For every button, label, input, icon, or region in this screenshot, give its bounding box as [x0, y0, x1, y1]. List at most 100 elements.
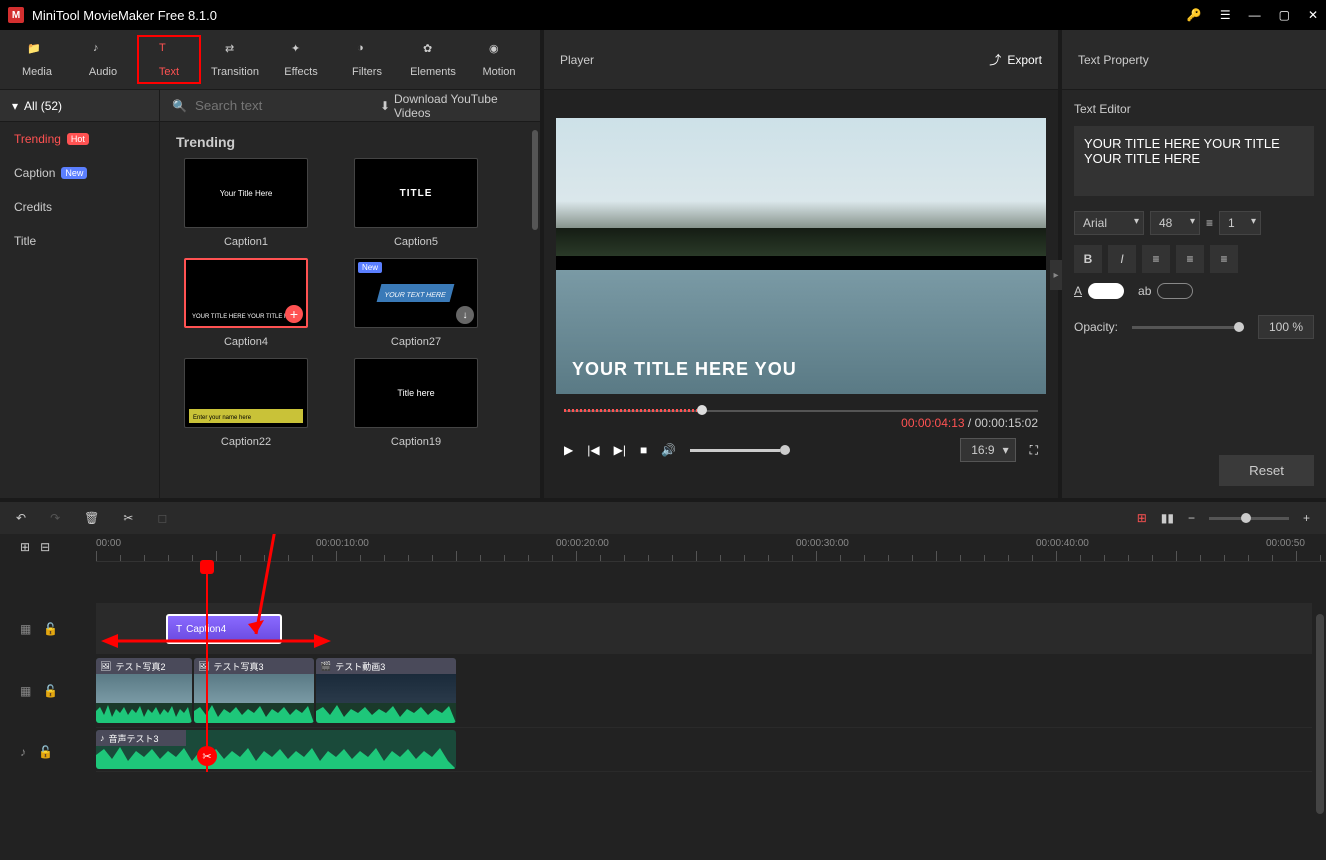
zoom-out-button[interactable]: − — [1188, 511, 1195, 525]
maximize-button[interactable]: ▢ — [1279, 8, 1290, 22]
video-clip[interactable]: 🖼テスト写真2 — [96, 658, 192, 723]
menu-icon[interactable]: ☰ — [1220, 8, 1231, 22]
export-button[interactable]: ⤴ Export — [989, 51, 1042, 68]
ruler[interactable]: 00:00 00:00:10:00 00:00:20:00 00:00:30:0… — [96, 534, 1326, 562]
ruler-tick: 00:00:30:00 — [796, 538, 849, 549]
add-track-button[interactable]: ⊞ — [20, 540, 30, 554]
time-display: 00:00:04:13 / 00:00:15:02 — [556, 416, 1046, 430]
playhead-handle[interactable] — [200, 560, 214, 574]
delete-button[interactable]: 🗑 — [84, 511, 99, 525]
text-color-icon: A — [1074, 284, 1082, 298]
video-track[interactable]: 🖼テスト写真2 🖼テスト写真3 🎬テスト動画3 — [96, 654, 1312, 728]
ruler-tick: 00:00:40:00 — [1036, 538, 1089, 549]
video-track-icon: ▦ — [20, 684, 31, 698]
thumb-caption5[interactable]: TITLE — [354, 158, 478, 228]
thumb-caption19[interactable]: Title here — [354, 358, 478, 428]
sidebar-all-header[interactable]: ▾ All (52) — [0, 90, 159, 122]
tab-audio[interactable]: ♪Audio — [71, 35, 135, 84]
minimize-button[interactable]: — — [1249, 8, 1261, 22]
sidebar-item-credits[interactable]: Credits — [0, 190, 159, 224]
thumb-label: Caption27 — [391, 336, 441, 348]
clip-label: テスト写真3 — [213, 660, 263, 673]
add-icon[interactable]: + — [285, 305, 303, 323]
download-icon[interactable]: ↓ — [456, 306, 474, 324]
split-button[interactable]: ✂ — [123, 511, 133, 525]
fullscreen-button[interactable]: ⛶ — [1030, 443, 1038, 458]
zoom-in-button[interactable]: + — [1303, 511, 1310, 525]
reset-button[interactable]: Reset — [1219, 455, 1314, 486]
tab-filters[interactable]: ◑Filters — [335, 35, 399, 84]
sidebar-item-caption[interactable]: Caption New — [0, 156, 159, 190]
lock-icon[interactable]: 🔓 — [43, 684, 58, 698]
audio-track[interactable]: ♪音声テスト3 — [96, 728, 1312, 772]
video-clip[interactable]: 🎬テスト動画3 — [316, 658, 456, 723]
align-left-button[interactable]: ≡ — [1142, 245, 1170, 273]
font-size-select[interactable]: 48 — [1150, 211, 1200, 235]
redo-button[interactable]: ↷ — [50, 511, 60, 525]
aspect-ratio-select[interactable]: 16:9 — [960, 438, 1015, 462]
text-track[interactable]: T Caption4 — [96, 604, 1312, 654]
tab-filters-label: Filters — [352, 66, 382, 78]
undo-button[interactable]: ↶ — [16, 511, 26, 525]
align-right-button[interactable]: ≡ — [1210, 245, 1238, 273]
tab-audio-label: Audio — [89, 66, 117, 78]
tab-effects[interactable]: ✦Effects — [269, 35, 333, 84]
thumb-caption27[interactable]: New YOUR TEXT HERE ↓ — [354, 258, 478, 328]
scissors-icon[interactable]: ✂ — [197, 746, 217, 766]
remove-track-button[interactable]: ⊟ — [40, 540, 50, 554]
opacity-slider[interactable] — [1132, 326, 1244, 329]
thumb-preview-text: Enter your name here — [193, 415, 251, 421]
scrollbar[interactable] — [532, 130, 538, 230]
zoom-slider[interactable] — [1209, 517, 1289, 520]
main-tools: 📁Media ♪Audio TText ⇄Transition ✦Effects… — [0, 30, 540, 89]
tab-text[interactable]: TText — [137, 35, 201, 84]
stop-button[interactable]: ■ — [640, 443, 647, 457]
highlight-color-swatch[interactable] — [1157, 283, 1193, 299]
video-preview[interactable]: YOUR TITLE HERE YOU — [556, 118, 1046, 394]
tab-media[interactable]: 📁Media — [5, 35, 69, 84]
search-input[interactable] — [195, 98, 372, 113]
audio-clip[interactable]: ♪音声テスト3 — [96, 730, 456, 769]
close-button[interactable]: ✕ — [1308, 8, 1318, 22]
tab-motion[interactable]: ◉Motion — [467, 35, 531, 84]
align-center-button[interactable]: ≡ — [1176, 245, 1204, 273]
volume-slider[interactable] — [690, 449, 790, 452]
lock-icon[interactable]: 🔓 — [43, 622, 58, 636]
lock-icon[interactable]: 🔓 — [38, 745, 53, 759]
text-editor-input[interactable] — [1074, 126, 1314, 196]
prev-frame-button[interactable]: |◀ — [587, 443, 599, 457]
sidebar-item-trending[interactable]: Trending Hot — [0, 122, 159, 156]
thumb-caption1[interactable]: Your Title Here — [184, 158, 308, 228]
line-spacing-select[interactable]: 1 — [1219, 211, 1261, 235]
download-link[interactable]: ⬇ Download YouTube Videos — [380, 92, 528, 120]
new-tag: New — [358, 262, 382, 273]
seek-bar[interactable] — [564, 408, 1038, 414]
text-color-swatch[interactable] — [1088, 283, 1124, 299]
sidebar-item-title[interactable]: Title — [0, 224, 159, 258]
crop-button[interactable]: ◻ — [157, 511, 167, 525]
thumb-caption4[interactable]: YOUR TITLE HERE YOUR TITLE HERE + — [184, 258, 308, 328]
next-frame-button[interactable]: ▶| — [614, 443, 626, 457]
track-controls: ▦🔓 ▦🔓 ♪🔓 — [0, 562, 96, 772]
video-icon: 🎬 — [320, 661, 331, 672]
export-label: Export — [1007, 53, 1042, 67]
playhead[interactable]: ✂ — [206, 562, 208, 772]
new-badge: New — [61, 167, 87, 179]
font-select[interactable]: Arial — [1074, 211, 1144, 235]
video-clip[interactable]: 🖼テスト写真3 — [194, 658, 314, 723]
seek-thumb[interactable] — [697, 405, 707, 415]
section-title: Trending — [160, 122, 540, 158]
tab-transition[interactable]: ⇄Transition — [203, 35, 267, 84]
expand-panel-button[interactable]: ▸ — [1050, 260, 1062, 290]
text-clip[interactable]: T Caption4 — [166, 614, 282, 644]
bold-button[interactable]: B — [1074, 245, 1102, 273]
volume-icon[interactable]: 🔊 — [661, 443, 676, 457]
snap-icon[interactable]: ▮▮ — [1161, 511, 1174, 525]
key-icon[interactable]: 🔑 — [1187, 8, 1202, 22]
thumb-caption22[interactable]: Enter your name here — [184, 358, 308, 428]
italic-button[interactable]: I — [1108, 245, 1136, 273]
vertical-scrollbar[interactable] — [1316, 614, 1324, 814]
play-button[interactable]: ▶ — [564, 443, 573, 457]
tab-elements[interactable]: ✿Elements — [401, 35, 465, 84]
magnet-icon[interactable]: ⊞ — [1137, 511, 1147, 525]
